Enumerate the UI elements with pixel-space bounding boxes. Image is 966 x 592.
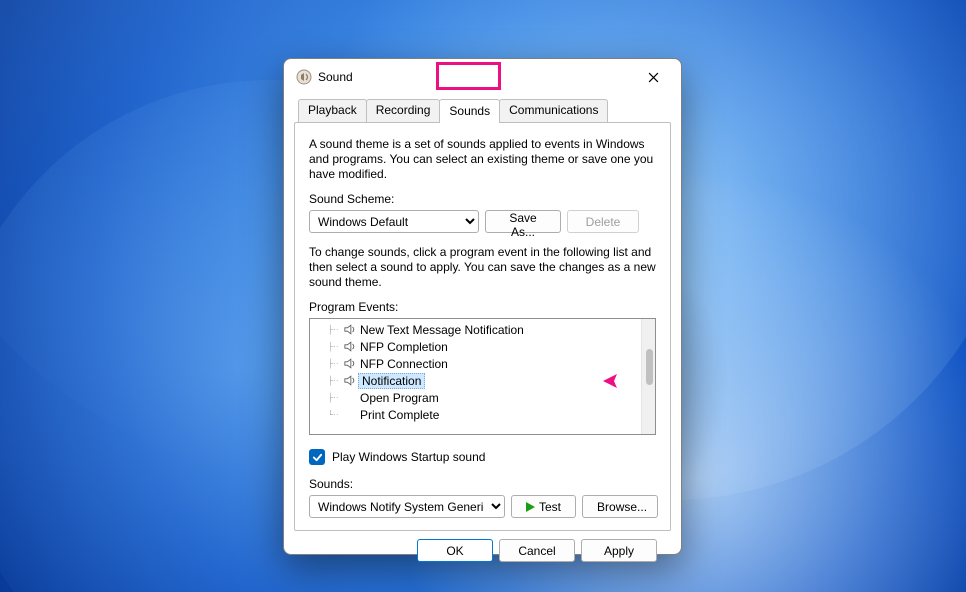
startup-sound-label: Play Windows Startup sound xyxy=(332,450,485,464)
tab-sounds[interactable]: Sounds xyxy=(439,99,500,123)
save-as-button[interactable]: Save As... xyxy=(485,210,561,233)
dialog-client-area: Playback Recording Sounds Communications… xyxy=(284,93,681,580)
tree-scrollbar[interactable] xyxy=(641,319,655,434)
program-event-label: NFP Connection xyxy=(358,357,452,371)
tab-strip: Playback Recording Sounds Communications xyxy=(298,99,671,122)
program-event-label: Open Program xyxy=(358,391,443,405)
sound-scheme-select[interactable]: Windows Default xyxy=(309,210,479,233)
tab-recording[interactable]: Recording xyxy=(366,99,441,122)
sounds-select[interactable]: Windows Notify System Generic xyxy=(309,495,505,518)
program-event-label: Notification xyxy=(358,373,425,389)
apply-button[interactable]: Apply xyxy=(581,539,657,562)
title-bar: Sound xyxy=(284,59,681,93)
play-icon xyxy=(526,502,535,512)
sounds-dropdown-label: Sounds: xyxy=(309,477,656,491)
program-event-item[interactable]: ├··NFP Completion xyxy=(310,338,641,355)
sound-dialog: Sound Playback Recording Sounds Communic… xyxy=(283,58,682,555)
program-events-label: Program Events: xyxy=(309,300,656,314)
program-event-item[interactable]: ├··Notification xyxy=(310,372,641,389)
tab-communications[interactable]: Communications xyxy=(499,99,608,122)
dialog-action-bar: OK Cancel Apply xyxy=(294,531,671,570)
close-button[interactable] xyxy=(635,65,671,89)
program-event-item[interactable]: ├··New Text Message Notification xyxy=(310,321,641,338)
program-event-item[interactable]: ├··Open Program xyxy=(310,389,641,406)
sounds-tab-panel: A sound theme is a set of sounds applied… xyxy=(294,122,671,531)
test-button[interactable]: Test xyxy=(511,495,576,518)
startup-sound-checkbox[interactable]: Play Windows Startup sound xyxy=(309,449,656,465)
sound-scheme-label: Sound Scheme: xyxy=(309,192,656,206)
window-title: Sound xyxy=(318,70,635,84)
tree-scroll-thumb[interactable] xyxy=(646,349,653,385)
tab-playback[interactable]: Playback xyxy=(298,99,367,122)
program-events-tree[interactable]: ├··New Text Message Notification├··NFP C… xyxy=(309,318,656,435)
checkbox-checked-icon xyxy=(309,449,325,465)
change-sounds-hint: To change sounds, click a program event … xyxy=(309,245,656,290)
speaker-icon xyxy=(342,358,358,369)
program-event-item[interactable]: ├··NFP Connection xyxy=(310,355,641,372)
program-event-label: New Text Message Notification xyxy=(358,323,528,337)
program-event-label: Print Complete xyxy=(358,408,443,422)
program-event-item[interactable]: └··Print Complete xyxy=(310,406,641,423)
program-event-label: NFP Completion xyxy=(358,340,452,354)
browse-button[interactable]: Browse... xyxy=(582,495,658,518)
delete-button[interactable]: Delete xyxy=(567,210,639,233)
ok-button[interactable]: OK xyxy=(417,539,493,562)
cancel-button[interactable]: Cancel xyxy=(499,539,575,562)
speaker-icon xyxy=(342,341,358,352)
speaker-icon xyxy=(342,324,358,335)
sound-dialog-icon xyxy=(296,69,312,85)
intro-text: A sound theme is a set of sounds applied… xyxy=(309,137,656,182)
speaker-icon xyxy=(342,375,358,386)
